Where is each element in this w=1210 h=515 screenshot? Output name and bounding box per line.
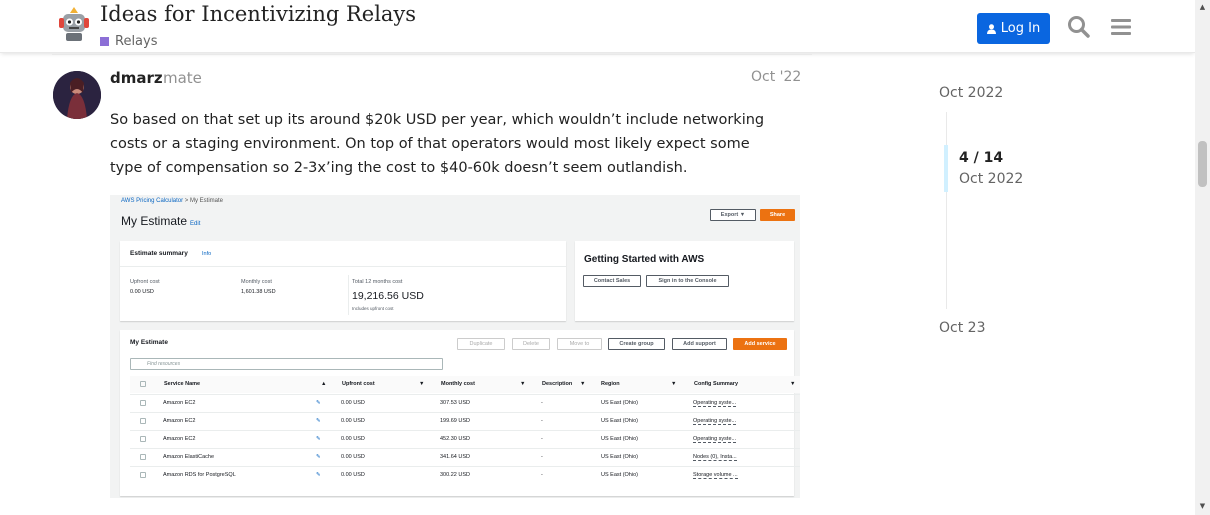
category-label: Relays xyxy=(115,34,158,49)
table-header-row: Service Name ▲ Upfront cost ▼ Monthly cost… xyxy=(130,376,800,393)
find-resources-input: Find resources xyxy=(130,358,443,370)
topic-title[interactable]: Ideas for Incentivizing Relays xyxy=(100,2,416,26)
timeline-position-date: Oct 2022 xyxy=(959,171,1024,187)
estimate-summary-panel: Estimate summary Info Upfront cost 0.00 … xyxy=(120,241,566,321)
post-user-title: mate xyxy=(163,69,202,87)
timeline-scroller-handle[interactable] xyxy=(944,145,948,192)
hamburger-menu-icon[interactable] xyxy=(1108,14,1134,40)
login-label: Log In xyxy=(1000,21,1041,36)
scrollbar-thumb[interactable] xyxy=(1198,141,1207,187)
share-button: Share xyxy=(760,209,795,221)
timeline-end-date[interactable]: Oct 23 xyxy=(939,320,985,336)
post-divider xyxy=(52,54,812,55)
page-scrollbar[interactable] xyxy=(1195,0,1210,515)
post-body: So based on that set up its around $20k … xyxy=(110,112,765,176)
scroll-down-arrow-icon[interactable]: ▼ xyxy=(1198,502,1207,511)
category-badge[interactable]: Relays xyxy=(100,34,158,49)
table-row: Amazon RDS for PostgreSQL ✎ 0.00 USD 300.22… xyxy=(130,466,800,483)
category-color-square xyxy=(100,37,109,46)
estimate-table-panel: My Estimate Duplicate Delete Move to Cre… xyxy=(120,330,800,496)
table-row: Amazon EC2 ✎ 0.00 USD 199.69 USD - US East (O… xyxy=(130,412,800,429)
login-button[interactable]: Log In xyxy=(977,13,1050,44)
getting-started-panel: Getting Started with AWS Contact Sales S… xyxy=(575,241,794,321)
estimate-screenshot-image[interactable]: AWS Pricing Calculator > My Estimate My … xyxy=(110,195,800,498)
timeline-track[interactable] xyxy=(946,112,947,309)
post-date[interactable]: Oct '22 xyxy=(751,69,801,85)
search-icon[interactable] xyxy=(1066,14,1092,40)
avatar[interactable] xyxy=(53,71,101,119)
estimate-heading: My Estimate Edit xyxy=(121,214,201,228)
table-row: Amazon EC2 ✎ 0.00 USD 307.53 USD - US East (O… xyxy=(130,394,800,411)
export-button: Export ▼ xyxy=(710,209,756,221)
timeline-position: 4 / 14 xyxy=(959,150,1004,166)
table-row: Amazon EC2 ✎ 0.00 USD 452.30 USD - US East (O… xyxy=(130,430,800,447)
post-username[interactable]: dmarz xyxy=(110,69,163,87)
site-logo-icon[interactable] xyxy=(57,6,91,42)
user-icon xyxy=(986,23,996,34)
table-row: Amazon ElastiCache ✎ 0.00 USD 341.64 USD - US… xyxy=(130,448,800,465)
site-header: Ideas for Incentivizing Relays Relays Lo… xyxy=(0,0,1195,53)
breadcrumb: AWS Pricing Calculator > My Estimate xyxy=(121,198,223,204)
scroll-up-arrow-icon[interactable]: ▲ xyxy=(1198,3,1207,12)
timeline-start-date[interactable]: Oct 2022 xyxy=(939,85,1003,101)
